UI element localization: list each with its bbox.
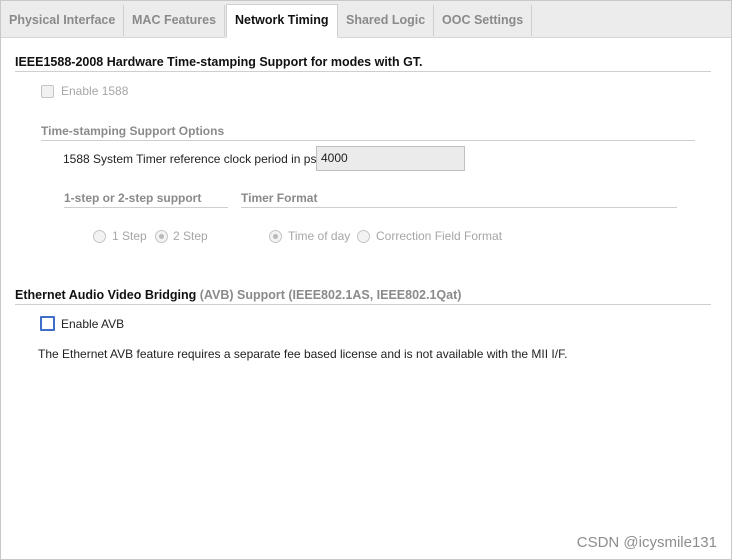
radio-1-step[interactable]: 1 Step bbox=[93, 229, 147, 243]
radio-2-step[interactable]: 2 Step bbox=[155, 229, 208, 243]
watermark: CSDN @icysmile131 bbox=[576, 534, 717, 551]
radio-time-of-day-label: Time of day bbox=[288, 229, 351, 243]
radio-2-step-label: 2 Step bbox=[173, 229, 208, 243]
avb-divider bbox=[15, 304, 711, 305]
radio-correction-field-label: Correction Field Format bbox=[376, 229, 503, 243]
radio-correction-field[interactable]: Correction Field Format bbox=[357, 229, 502, 243]
tab-ooc-settings[interactable]: OOC Settings bbox=[434, 5, 533, 36]
step-support-title: 1-step or 2-step support bbox=[64, 191, 202, 205]
avb-title-abbrev: (AVB) bbox=[199, 288, 234, 302]
tab-shared-logic[interactable]: Shared Logic bbox=[338, 5, 435, 36]
clock-period-label: 1588 System Timer reference clock period… bbox=[63, 152, 317, 166]
radio-1-step-button[interactable] bbox=[93, 229, 106, 243]
enable-1588-checkbox[interactable] bbox=[41, 84, 54, 98]
enable-1588-row[interactable]: Enable 1588 bbox=[41, 84, 128, 98]
timestamping-options-title: Time-stamping Support Options bbox=[41, 124, 225, 138]
settings-panel: Physical Interface MAC Features Network … bbox=[0, 0, 732, 560]
section-title-avb: Ethernet Audio Video Bridging (AVB) Supp… bbox=[15, 288, 461, 302]
tab-physical-interface[interactable]: Physical Interface bbox=[1, 5, 125, 36]
avb-title-rest: Support (IEEE802.1AS, IEEE802.1Qat) bbox=[237, 288, 462, 302]
step-divider bbox=[64, 207, 228, 208]
options-divider bbox=[41, 140, 695, 141]
enable-avb-row[interactable]: Enable AVB bbox=[40, 316, 124, 331]
avb-license-note: The Ethernet AVB feature requires a sepa… bbox=[38, 347, 568, 361]
section-divider bbox=[15, 71, 711, 72]
section-title-ieee1588: IEEE1588-2008 Hardware Time-stamping Sup… bbox=[15, 55, 423, 69]
clock-period-field[interactable]: 4000 bbox=[316, 146, 465, 171]
tab-mac-features[interactable]: MAC Features bbox=[124, 5, 226, 36]
radio-2-step-button[interactable] bbox=[155, 229, 168, 243]
tab-bar: Physical Interface MAC Features Network … bbox=[1, 1, 731, 38]
avb-title-main: Ethernet Audio Video Bridging bbox=[15, 288, 197, 302]
enable-avb-checkbox[interactable] bbox=[40, 316, 55, 331]
enable-1588-label: Enable 1588 bbox=[61, 84, 129, 98]
radio-time-of-day-button[interactable] bbox=[269, 229, 282, 243]
timer-divider bbox=[241, 207, 677, 208]
enable-avb-label: Enable AVB bbox=[61, 316, 125, 331]
radio-time-of-day[interactable]: Time of day bbox=[269, 229, 350, 243]
radio-correction-field-button[interactable] bbox=[357, 229, 370, 243]
tab-network-timing[interactable]: Network Timing bbox=[226, 4, 338, 38]
radio-1-step-label: 1 Step bbox=[112, 229, 147, 243]
timer-format-title: Timer Format bbox=[241, 191, 318, 205]
